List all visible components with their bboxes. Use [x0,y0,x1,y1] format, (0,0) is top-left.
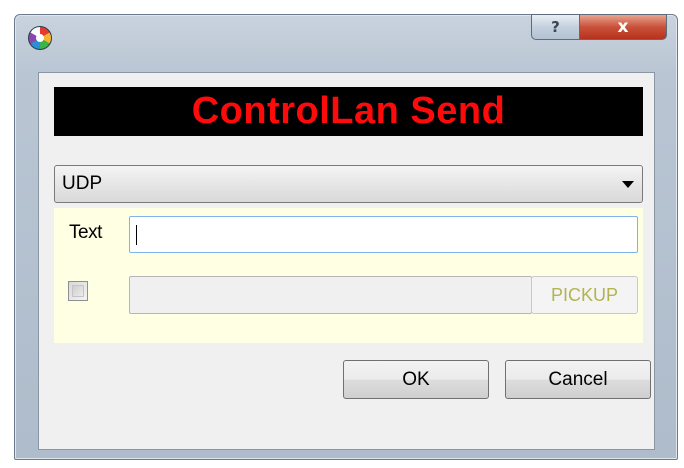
send-options-panel: Text PICKUP [54,208,643,343]
pickup-path-field[interactable] [129,276,532,314]
pickup-enable-checkbox[interactable] [68,281,88,301]
app-title-banner: ControlLan Send [54,87,643,136]
dialog-window: ? x ControlLan Send UDP Text PICKUP OK C… [14,14,678,460]
text-label: Text [69,222,102,243]
dialog-client-area: ControlLan Send UDP Text PICKUP OK Cance… [38,72,655,450]
help-button[interactable]: ? [531,14,579,40]
dropdown-arrow-icon [622,181,634,188]
protocol-dropdown[interactable]: UDP [54,165,643,203]
app-wheel-icon [28,26,52,50]
pickup-button[interactable]: PICKUP [531,276,638,314]
text-caret [136,225,137,245]
close-button[interactable]: x [579,14,667,40]
cancel-button[interactable]: Cancel [505,360,651,399]
caption-buttons: ? x [531,14,667,40]
text-input[interactable] [129,216,638,253]
protocol-selected-value: UDP [62,173,103,194]
ok-button[interactable]: OK [343,360,489,399]
